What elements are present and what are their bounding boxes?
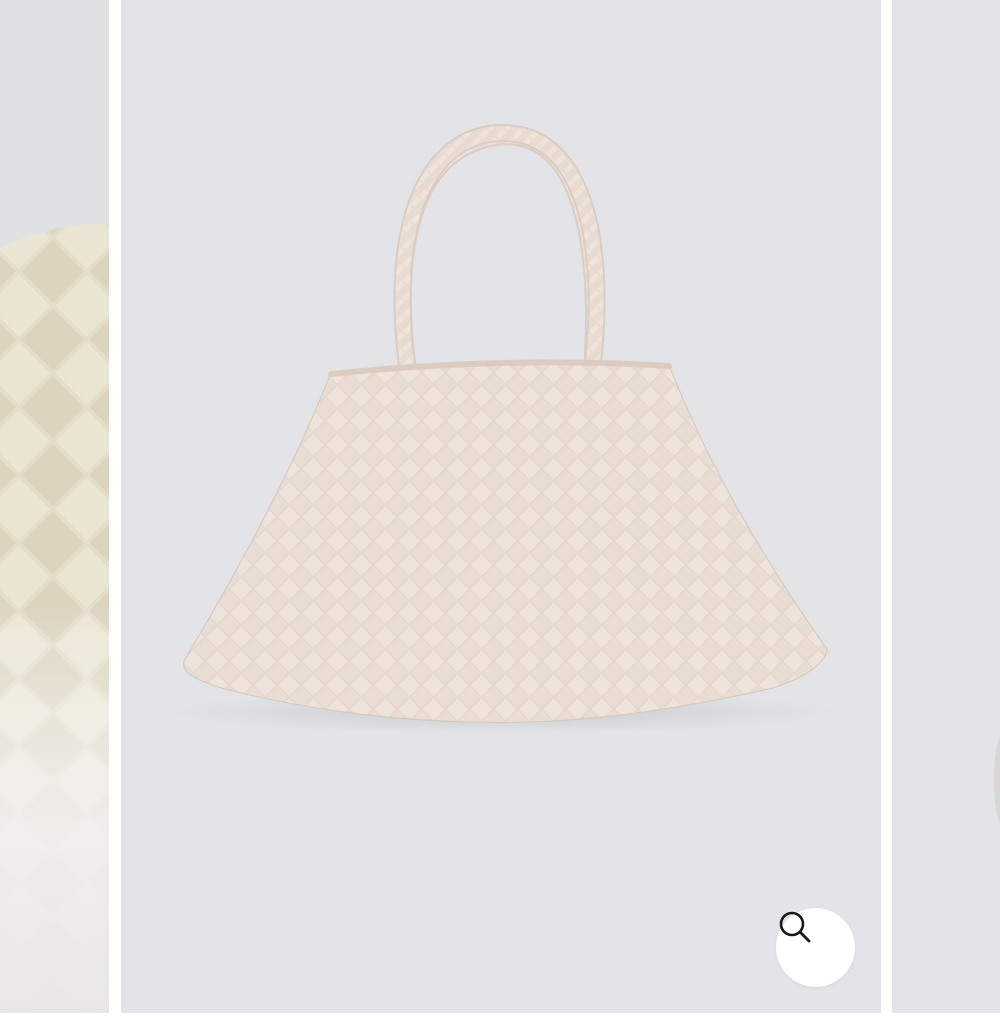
search-icon — [779, 911, 811, 943]
woven-bag-closeup-image — [0, 223, 109, 1013]
woven-tote-bag-image — [161, 123, 841, 734]
zoom-button[interactable] — [776, 908, 855, 987]
product-image-carousel[interactable] — [0, 0, 1000, 1017]
carousel-slide-current[interactable] — [121, 0, 881, 1013]
carousel-slide-next[interactable] — [892, 0, 1000, 1013]
carousel-slide-previous[interactable] — [0, 0, 109, 1013]
woven-bag-next-image — [994, 735, 1000, 825]
